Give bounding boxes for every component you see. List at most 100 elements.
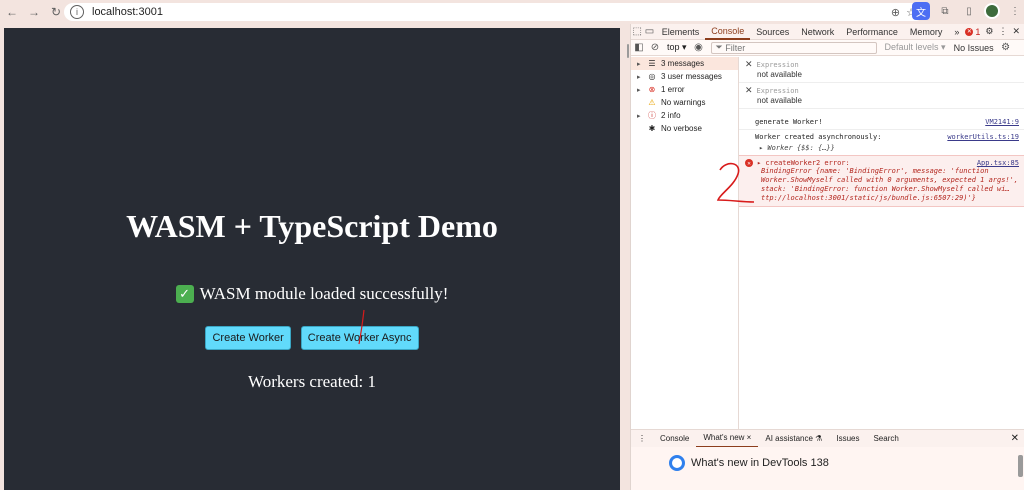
- clear-console-icon[interactable]: ⊘: [647, 42, 663, 53]
- chrome-logo-icon: [669, 455, 685, 471]
- close-icon[interactable]: ✕: [1011, 433, 1024, 444]
- sidepanel-icon[interactable]: ▯: [960, 2, 978, 20]
- tab-sources[interactable]: Sources: [750, 24, 795, 40]
- arrow-right-icon[interactable]: →: [24, 2, 44, 22]
- error-title[interactable]: ▸ createWorker2 error:: [757, 159, 850, 167]
- checkmark-icon: ✓: [175, 285, 194, 303]
- console-log-row: generate Worker! VM2141:9: [739, 115, 1024, 130]
- app-root: WASM + TypeScript Demo ✓ WASM module loa…: [4, 28, 620, 490]
- warning-icon: ⚠: [648, 98, 656, 107]
- expression-value: not available: [757, 70, 802, 79]
- devtools-panel: ⬚ ▭ Elements Console Sources Network Per…: [630, 24, 1024, 490]
- tab-console[interactable]: Console: [705, 24, 751, 40]
- site-info-icon[interactable]: i: [70, 5, 84, 19]
- error-icon: ✕: [745, 159, 753, 167]
- console-toolbar: ◧ ⊘ top ▾ ◉ ⏷ Filter Default levels ▾ No…: [631, 40, 1024, 56]
- create-worker-async-button[interactable]: Create Worker Async: [300, 326, 419, 350]
- whats-new-title: What's new in DevTools 138: [691, 457, 829, 469]
- bug-icon: ✱: [648, 124, 656, 133]
- sidebar-item-info[interactable]: ▸ ⓘ 2 info: [631, 109, 738, 122]
- splitter-grip[interactable]: [627, 44, 629, 58]
- drawer-tab-search[interactable]: Search: [866, 430, 905, 448]
- error-icon: ⊗: [648, 85, 656, 94]
- gear-icon[interactable]: ⚙: [985, 26, 993, 37]
- log-text: Worker created asynchronously:: [755, 133, 882, 141]
- translate-extension-icon[interactable]: 文: [912, 2, 930, 20]
- device-toggle-icon[interactable]: ▭: [643, 26, 655, 37]
- sidebar-item-warnings[interactable]: ⚠ No warnings: [631, 96, 738, 109]
- browser-toolbar: ← → ↻ i localhost:3001 ⊕ ☆ 文 ⧉ ▯ ⋮: [0, 0, 1024, 24]
- devtools-tabbar: ⬚ ▭ Elements Console Sources Network Per…: [631, 24, 1024, 40]
- list-icon: ☰: [648, 59, 656, 68]
- sidebar-item-label: No verbose: [661, 124, 702, 133]
- sidebar-item-errors[interactable]: ▸ ⊗ 1 error: [631, 83, 738, 96]
- worker-object-expander[interactable]: ▸ Worker {$$: {…}}: [739, 144, 1024, 155]
- tab-memory[interactable]: Memory: [904, 24, 949, 40]
- console-messages: ✕ Expression not available ✕ Expression …: [739, 57, 1024, 429]
- inspect-icon[interactable]: ⬚: [631, 26, 643, 37]
- sidebar-item-label: 3 messages: [661, 59, 705, 68]
- tab-elements[interactable]: Elements: [656, 24, 706, 40]
- drawer-menu-icon[interactable]: ⋮: [631, 430, 653, 448]
- drawer-tab-console[interactable]: Console: [653, 430, 696, 448]
- error-icon: ✕: [965, 27, 974, 36]
- extensions-puzzle-icon[interactable]: ⧉: [936, 2, 954, 20]
- error-count-badge[interactable]: ✕ 1: [965, 27, 980, 37]
- kebab-menu-icon[interactable]: ⋮: [998, 26, 1007, 37]
- log-source-link[interactable]: workerUtils.ts:19: [947, 133, 1019, 141]
- page-viewport: WASM + TypeScript Demo ✓ WASM module loa…: [0, 24, 626, 490]
- log-text: generate Worker!: [755, 118, 823, 126]
- close-icon[interactable]: ✕: [745, 86, 753, 96]
- sidebar-item-label: No warnings: [661, 98, 706, 107]
- tab-performance[interactable]: Performance: [840, 24, 904, 40]
- reload-icon[interactable]: ↻: [46, 2, 66, 22]
- more-tabs-icon[interactable]: »: [948, 24, 965, 40]
- sidebar-item-verbose[interactable]: ✱ No verbose: [631, 122, 738, 135]
- kebab-menu-icon[interactable]: ⋮: [1006, 2, 1024, 20]
- drawer-scrollbar[interactable]: [1018, 455, 1023, 477]
- caret-right-icon[interactable]: ▸: [637, 60, 643, 68]
- filter-placeholder: Filter: [725, 42, 746, 53]
- info-icon: ⓘ: [648, 111, 656, 120]
- drawer-tab-issues[interactable]: Issues: [829, 430, 866, 448]
- create-worker-button[interactable]: Create Worker: [205, 326, 291, 350]
- button-row: Create Worker Create Worker Async: [4, 326, 620, 350]
- caret-right-icon[interactable]: ▸: [637, 112, 643, 120]
- live-expression[interactable]: ✕ Expression not available: [739, 83, 1024, 109]
- error-count: 1: [975, 26, 981, 37]
- expression-label: Expression: [756, 87, 799, 95]
- sidebar-toggle-icon[interactable]: ◧: [631, 42, 647, 53]
- page-title: WASM + TypeScript Demo: [126, 208, 498, 244]
- log-source-link[interactable]: VM2141:9: [985, 118, 1019, 126]
- eye-icon[interactable]: ◉: [691, 42, 707, 53]
- status-text: WASM module loaded successfully!: [199, 284, 449, 303]
- live-expression[interactable]: ✕ Expression not available: [739, 57, 1024, 83]
- sidebar-item-label: 3 user messages: [661, 72, 722, 81]
- status-message: ✓ WASM module loaded successfully!: [4, 284, 620, 304]
- drawer-tab-ai-assistance[interactable]: AI assistance ⚗: [758, 430, 829, 448]
- error-source-link[interactable]: App.tsx:85: [977, 159, 1019, 167]
- filter-input[interactable]: ⏷ Filter: [710, 41, 877, 54]
- console-error-row: ✕ ▸ createWorker2 error: App.tsx:85 Bind…: [739, 155, 1024, 207]
- context-selector[interactable]: top ▾: [663, 42, 691, 53]
- arrow-left-icon[interactable]: ←: [2, 2, 22, 22]
- zoom-icon[interactable]: ⊕: [891, 6, 900, 19]
- close-icon[interactable]: ✕: [745, 60, 753, 70]
- user-icon: ◎: [648, 72, 656, 81]
- console-settings-icon[interactable]: ⚙: [998, 42, 1014, 53]
- drawer-tab-whats-new[interactable]: What's new ×: [696, 430, 759, 448]
- profile-avatar[interactable]: [984, 3, 1000, 19]
- console-log-row: Worker created asynchronously: workerUti…: [739, 130, 1024, 144]
- drawer-tabbar: ⋮ Console What's new × AI assistance ⚗ I…: [631, 429, 1024, 448]
- close-icon[interactable]: ✕: [1012, 26, 1020, 37]
- issues-button[interactable]: No Issues: [950, 43, 998, 53]
- caret-right-icon[interactable]: ▸: [637, 86, 643, 94]
- caret-right-icon[interactable]: ▸: [637, 73, 643, 81]
- sidebar-item-user-messages[interactable]: ▸ ◎ 3 user messages: [631, 70, 738, 83]
- log-levels-dropdown[interactable]: Default levels ▾: [881, 42, 950, 53]
- expression-value: not available: [757, 96, 802, 105]
- sidebar-item-messages[interactable]: ▸ ☰ 3 messages: [631, 57, 738, 70]
- error-body[interactable]: BindingError {name: 'BindingError', mess…: [745, 167, 1019, 203]
- address-bar[interactable]: i localhost:3001 ⊕ ☆: [64, 3, 924, 21]
- tab-network[interactable]: Network: [795, 24, 840, 40]
